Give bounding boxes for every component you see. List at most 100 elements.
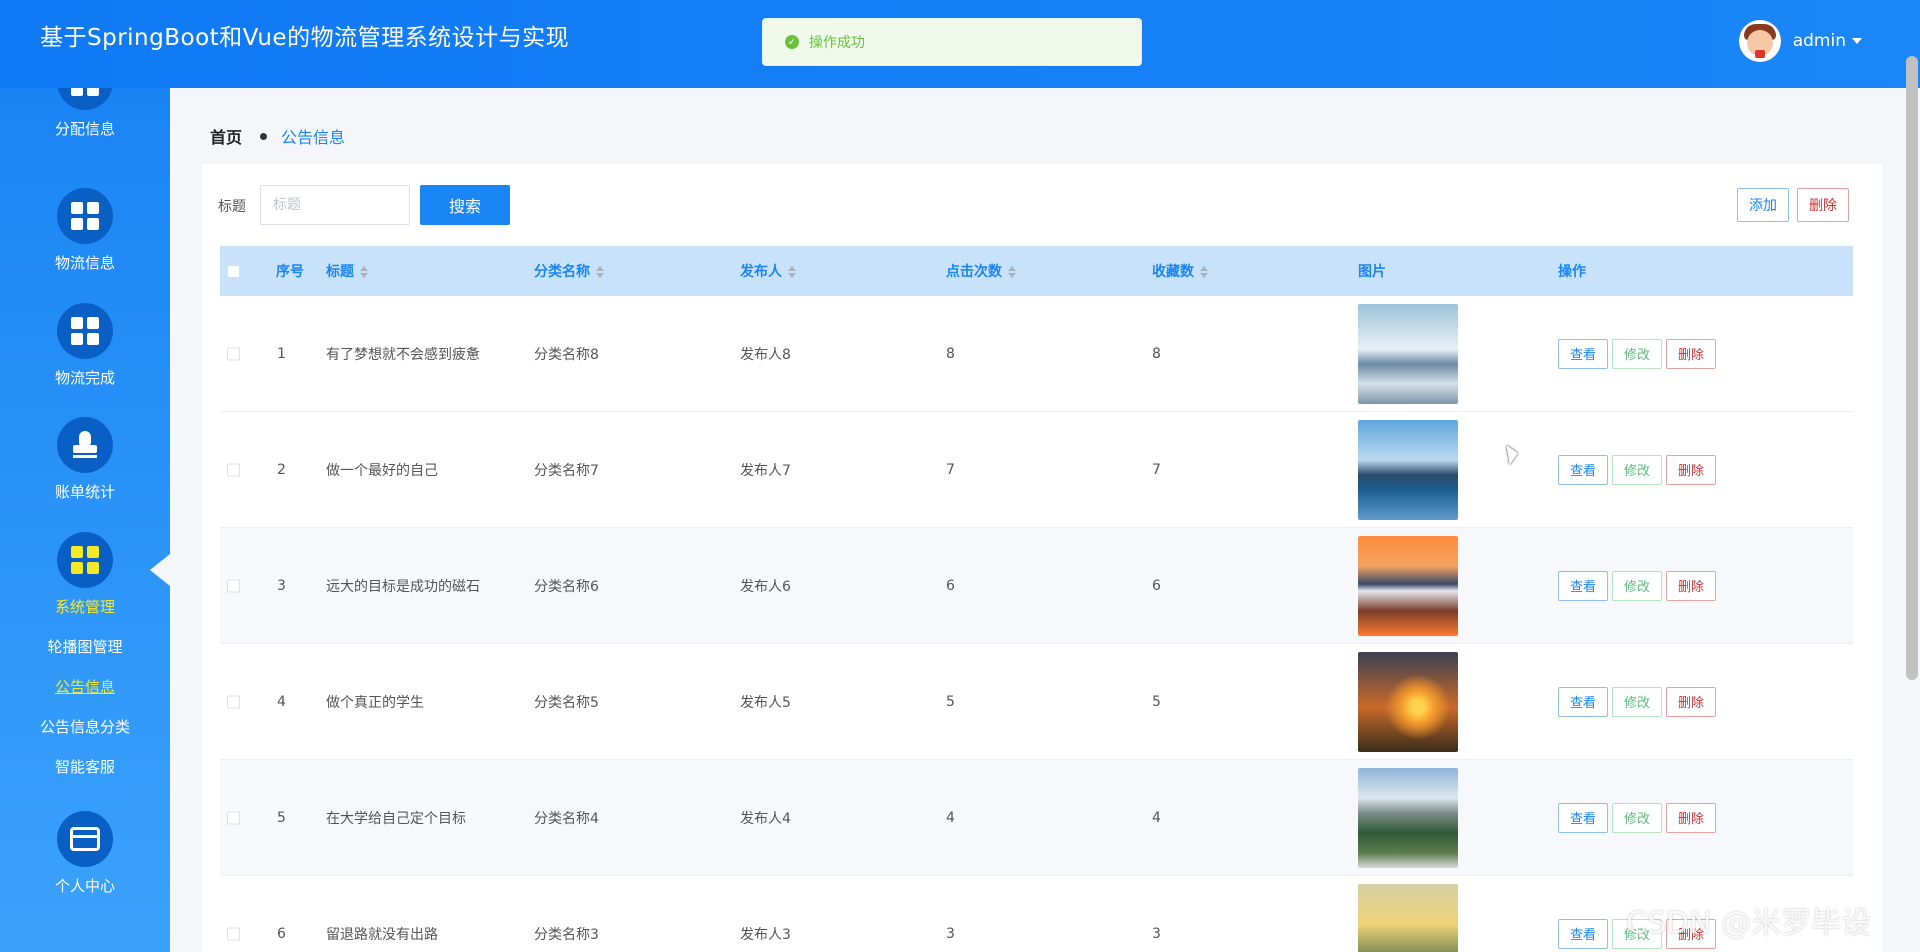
header-image: 图片 <box>1358 264 1386 280</box>
header-author[interactable]: 发布人 <box>740 261 796 281</box>
watermark: CSDN @米罗毕设 <box>1626 906 1872 941</box>
sort-icon <box>788 266 796 278</box>
cell-image[interactable] <box>1358 419 1458 520</box>
cell-title: 远大的目标是成功的磁石 <box>326 578 480 595</box>
sort-icon <box>1008 266 1016 278</box>
cell-index: 4 <box>277 693 286 710</box>
sidebar-item-label: 物流信息 <box>54 254 115 272</box>
cell-title: 在大学给自己定个目标 <box>326 810 466 827</box>
breadcrumb: 首页 公告信息 <box>210 124 345 148</box>
caret-down-icon[interactable] <box>1852 38 1862 44</box>
sidebar-item-label: 系统管理 <box>54 598 115 616</box>
success-toast: ✓ 操作成功 <box>762 18 1142 66</box>
username[interactable]: admin <box>1793 31 1846 51</box>
submenu-carousel[interactable]: 轮播图管理 <box>0 636 170 657</box>
row-delete-button[interactable]: 删除 <box>1666 686 1716 717</box>
cell-title: 有了梦想就不会感到疲惫 <box>326 346 480 363</box>
check-circle-icon: ✓ <box>785 35 799 49</box>
row-delete-button[interactable]: 删除 <box>1666 570 1716 601</box>
cell-clicks: 3 <box>946 925 955 942</box>
cell-category: 分类名称6 <box>534 578 599 595</box>
cell-image[interactable] <box>1358 651 1458 752</box>
sidebar-item-bill-stats[interactable]: 账单统计 <box>0 417 170 502</box>
header-favorites[interactable]: 收藏数 <box>1152 261 1208 281</box>
notice-table: 序号 标题 分类名称 发布人 点击次数 收藏数 图片 操作 1 有了梦想就不会感到… <box>220 246 1853 952</box>
submenu-notice-category[interactable]: 公告信息分类 <box>0 716 170 737</box>
page-scrollbar[interactable] <box>1906 56 1918 680</box>
cell-favorites: 7 <box>1152 461 1161 478</box>
submenu-notice[interactable]: 公告信息 <box>0 676 170 697</box>
sidebar-item-label: 分配信息 <box>54 120 115 138</box>
select-all-checkbox[interactable] <box>227 264 240 278</box>
sidebar-item-system[interactable]: 系统管理 <box>0 532 170 617</box>
header-category[interactable]: 分类名称 <box>534 261 604 281</box>
row-checkbox[interactable] <box>227 927 240 940</box>
row-delete-button[interactable]: 删除 <box>1666 802 1716 833</box>
app-title: 基于SpringBoot和Vue的物流管理系统设计与实现 <box>40 25 570 51</box>
sidebar-item-logistics-info[interactable]: 物流信息 <box>0 188 170 273</box>
grid-icon <box>71 546 99 574</box>
delete-button[interactable]: 删除 <box>1797 188 1849 222</box>
cell-clicks: 8 <box>946 345 955 362</box>
cell-author: 发布人3 <box>740 926 791 943</box>
breadcrumb-home[interactable]: 首页 <box>210 124 242 148</box>
cell-author: 发布人6 <box>740 578 791 595</box>
row-checkbox[interactable] <box>227 695 240 708</box>
edit-button[interactable]: 修改 <box>1612 570 1662 601</box>
sort-icon <box>596 266 604 278</box>
grid-icon <box>71 317 99 345</box>
row-checkbox[interactable] <box>227 579 240 592</box>
header-title[interactable]: 标题 <box>326 261 368 281</box>
table-header: 序号 标题 分类名称 发布人 点击次数 收藏数 图片 操作 <box>220 246 1853 296</box>
cell-image[interactable] <box>1358 303 1458 404</box>
edit-button[interactable]: 修改 <box>1612 802 1662 833</box>
view-button[interactable]: 查看 <box>1558 454 1608 485</box>
cell-author: 发布人4 <box>740 810 791 827</box>
table-row: 3 远大的目标是成功的磁石 分类名称6 发布人6 6 6 查看 修改 删除 <box>220 528 1853 644</box>
sidebar-item-logistics-done[interactable]: 物流完成 <box>0 303 170 388</box>
cell-clicks: 4 <box>946 809 955 826</box>
user-menu[interactable]: admin <box>1738 20 1862 62</box>
edit-button[interactable]: 修改 <box>1612 338 1662 369</box>
sidebar-item-profile[interactable]: 个人中心 <box>0 811 170 896</box>
cell-favorites: 3 <box>1152 925 1161 942</box>
view-button[interactable]: 查看 <box>1558 686 1608 717</box>
cell-category: 分类名称5 <box>534 694 599 711</box>
header-index: 序号 <box>276 264 304 280</box>
table-row: 4 做个真正的学生 分类名称5 发布人5 5 5 查看 修改 删除 <box>220 644 1853 760</box>
grid-icon <box>71 88 99 96</box>
header-actions: 操作 <box>1558 264 1586 280</box>
cell-clicks: 6 <box>946 577 955 594</box>
search-input[interactable] <box>260 185 410 225</box>
search-button[interactable]: 搜索 <box>420 185 510 225</box>
row-checkbox[interactable] <box>227 463 240 476</box>
row-checkbox[interactable] <box>227 347 240 360</box>
add-button[interactable]: 添加 <box>1737 188 1789 222</box>
cell-image[interactable] <box>1358 767 1458 868</box>
sidebar-item-allocation[interactable]: 分配信息 <box>0 88 170 139</box>
submenu-smart-service[interactable]: 智能客服 <box>0 756 170 777</box>
table-row: 5 在大学给自己定个目标 分类名称4 发布人4 4 4 查看 修改 删除 <box>220 760 1853 876</box>
cell-favorites: 6 <box>1152 577 1161 594</box>
cell-author: 发布人7 <box>740 462 791 479</box>
view-button[interactable]: 查看 <box>1558 570 1608 601</box>
active-pointer <box>150 554 170 586</box>
row-checkbox[interactable] <box>227 811 240 824</box>
cell-favorites: 4 <box>1152 809 1161 826</box>
row-delete-button[interactable]: 删除 <box>1666 454 1716 485</box>
breadcrumb-separator <box>260 132 268 140</box>
edit-button[interactable]: 修改 <box>1612 454 1662 485</box>
header-clicks[interactable]: 点击次数 <box>946 261 1016 281</box>
breadcrumb-current: 公告信息 <box>281 128 346 147</box>
view-button[interactable]: 查看 <box>1558 918 1608 949</box>
view-button[interactable]: 查看 <box>1558 802 1608 833</box>
sort-icon <box>360 266 368 278</box>
cell-clicks: 7 <box>946 461 955 478</box>
row-delete-button[interactable]: 删除 <box>1666 338 1716 369</box>
cell-image[interactable] <box>1358 883 1458 952</box>
avatar[interactable] <box>1738 20 1781 62</box>
cell-image[interactable] <box>1358 535 1458 636</box>
cell-favorites: 8 <box>1152 345 1161 362</box>
view-button[interactable]: 查看 <box>1558 338 1608 369</box>
edit-button[interactable]: 修改 <box>1612 686 1662 717</box>
